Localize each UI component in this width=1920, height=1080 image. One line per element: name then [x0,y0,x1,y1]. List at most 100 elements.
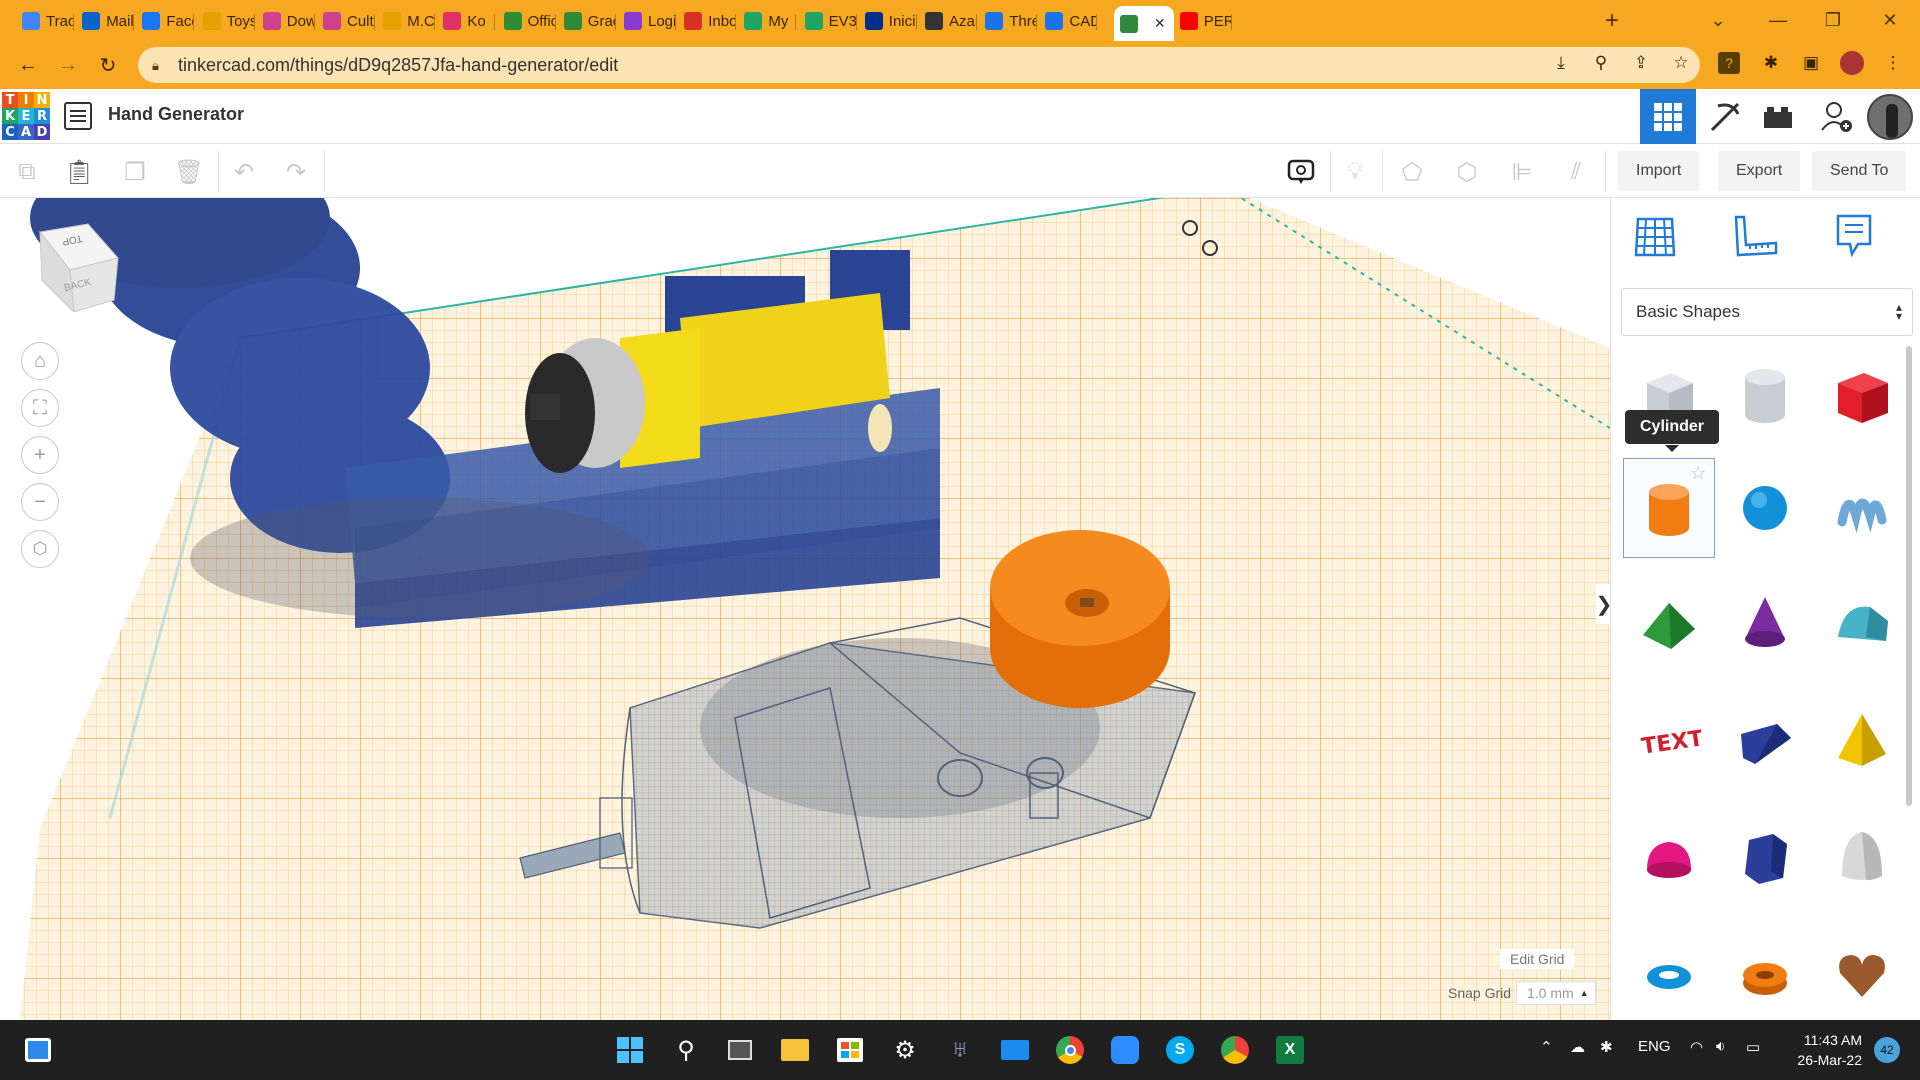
side-panel-icon[interactable]: ▣ [1798,50,1824,76]
paste-icon[interactable]: 📋︎ [61,154,97,190]
battery-icon[interactable]: ▭ [1746,1038,1760,1056]
shape-tile-text[interactable]: TEXT [1623,690,1715,790]
browser-tab[interactable]: My [738,6,797,36]
excel-icon[interactable]: X [1272,1032,1308,1068]
bookmark-star-icon[interactable]: ☆ [1668,50,1694,76]
shape-tile-wedge[interactable] [1719,690,1811,790]
snap-grid-select[interactable]: 1.0 mm ▲ [1516,981,1596,1005]
home-view-icon[interactable]: ⌂ [21,342,59,380]
new-tab-button[interactable]: + [1584,0,1640,41]
shape-tile-sphere[interactable] [1719,458,1811,558]
browser-tab[interactable]: Trad [16,6,74,36]
ruler-tool-button[interactable] [1727,208,1783,264]
bluetooth-icon[interactable]: ✱ [1600,1038,1613,1056]
shape-tile-tube[interactable] [1719,925,1811,1025]
browser-tab[interactable]: PER [1174,6,1232,36]
install-app-icon[interactable]: ⤓ [1548,50,1574,76]
close-window-icon[interactable]: ✕ [1862,0,1918,41]
back-icon[interactable]: ← [12,49,44,81]
edit-grid-button[interactable]: Edit Grid [1500,949,1575,969]
shape-tile-polygon[interactable] [1719,808,1811,908]
shape-tile-round-roof[interactable] [1816,573,1908,673]
duplicate-icon[interactable]: ❐ [117,154,153,190]
chrome-profile-icon[interactable] [1217,1032,1253,1068]
browser-tab[interactable]: Cult [317,6,375,36]
browser-tab[interactable]: CAD [1039,6,1098,36]
browser-tab[interactable]: Logi [618,6,676,36]
task-view-icon[interactable] [722,1032,758,1068]
shape-tile-torus[interactable] [1623,925,1715,1025]
store-icon[interactable] [832,1032,868,1068]
collapse-panel-button[interactable]: ❯ [1596,584,1610,624]
browser-tab[interactable]: Inici [859,6,917,36]
3d-design-view-button[interactable] [1640,89,1696,144]
browser-tab[interactable]: Face [136,6,195,36]
ungroup-icon[interactable]: ⬡ [1449,154,1485,190]
shape-tile-pyramid[interactable] [1816,690,1908,790]
volume-icon[interactable]: 🔉︎ [1716,1038,1725,1055]
browser-tab[interactable]: Toys [197,6,255,36]
fit-view-icon[interactable]: ⛶ [21,389,59,427]
notification-badge[interactable]: 42 [1874,1037,1900,1063]
tab-search-icon[interactable]: ⌄ [1690,0,1746,41]
url-field[interactable]: 🔒︎ tinkercad.com/things/dD9q2857Jfa-hand… [138,47,1700,83]
chrome-icon[interactable] [1052,1032,1088,1068]
show-hidden-icons[interactable]: ⌃ [1540,1038,1553,1056]
steam-icon[interactable]: ⚙ [887,1032,923,1068]
undo-icon[interactable]: ↶ [226,154,262,190]
mail-icon[interactable] [997,1032,1033,1068]
language-indicator[interactable]: ENG [1638,1038,1671,1055]
browser-tab[interactable]: Inbo [678,6,737,36]
favorite-star-icon[interactable]: ☆ [1690,463,1706,484]
notes-icon[interactable] [1283,154,1319,190]
redo-icon[interactable]: ↷ [278,154,314,190]
game-launcher-icon[interactable]: ♅ [942,1032,978,1068]
browser-tab[interactable]: Offic [498,6,556,36]
shape-tile-cone[interactable] [1719,573,1811,673]
close-tab-icon[interactable]: ✕ [1154,15,1166,32]
zoom-app-icon[interactable] [1107,1032,1143,1068]
shape-tile-cylinder[interactable]: ☆ [1623,458,1715,558]
invite-user-button[interactable] [1808,89,1864,144]
browser-tab[interactable]: Azar [919,6,977,36]
browser-tab[interactable]: Thre [979,6,1038,36]
shape-tile-box[interactable] [1816,345,1908,445]
panel-scrollbar[interactable] [1906,346,1912,806]
zoom-out-icon[interactable]: − [21,483,59,521]
browser-tab[interactable]: ✕ [1113,6,1174,41]
search-icon[interactable]: ⚲ [668,1032,704,1068]
shape-tile-roof[interactable] [1623,573,1715,673]
browser-tab[interactable]: Dow [257,6,315,36]
design-title[interactable]: Hand Generator [108,104,244,125]
import-button[interactable]: Import [1618,151,1700,191]
browser-tab[interactable]: EV3 [799,6,857,36]
wifi-icon[interactable]: ◠ [1690,1038,1703,1056]
shape-tile-cylinder-hole[interactable] [1719,345,1811,445]
shape-tile-heart[interactable] [1816,925,1908,1025]
minimize-icon[interactable]: — [1750,0,1806,41]
file-explorer-icon[interactable] [777,1032,813,1068]
start-icon[interactable] [612,1032,648,1068]
browser-tab[interactable]: Grac [558,6,616,36]
share-icon[interactable]: ⇪ [1628,50,1654,76]
onedrive-icon[interactable]: ☁ [1570,1038,1585,1056]
zoom-icon[interactable]: ⚲ [1588,50,1614,76]
extension-help-icon[interactable]: ? [1718,52,1740,74]
group-icon[interactable]: ⬠ [1394,154,1430,190]
browser-tab[interactable]: Ko [437,6,496,36]
workplane-tool-button[interactable] [1627,208,1683,264]
extensions-puzzle-icon[interactable]: ✱ [1758,50,1784,76]
shape-tile-half-sphere[interactable] [1623,808,1715,908]
light-bulb-icon[interactable]: 💡︎ [1337,154,1373,190]
widgets-icon[interactable] [20,1032,56,1068]
align-icon[interactable]: ⊫ [1504,154,1540,190]
clock[interactable]: 11:43 AM 26-Mar-22 [1778,1030,1862,1070]
forward-icon[interactable]: → [52,49,84,81]
shape-tile-scribble[interactable] [1816,458,1908,558]
zoom-in-icon[interactable]: + [21,436,59,474]
browser-tab[interactable]: M.C [377,6,436,36]
perspective-icon[interactable]: ⬡ [21,530,59,568]
view-cube[interactable]: TOP BACK [30,222,122,314]
copy-icon[interactable]: ⧉ [9,154,45,190]
bricks-button[interactable] [1750,89,1806,144]
